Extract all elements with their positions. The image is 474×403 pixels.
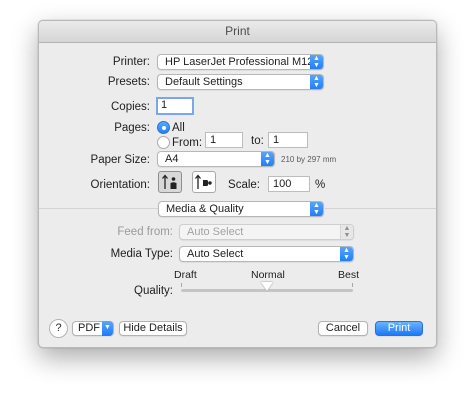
printer-value: HP LaserJet Professional M1212...	[165, 56, 324, 68]
section-popup-value: Media & Quality	[166, 203, 244, 215]
orientation-landscape-button[interactable]	[192, 171, 216, 193]
scale-label: Scale:	[228, 179, 260, 191]
pages-from-input[interactable]: 1	[205, 132, 243, 148]
pages-from-radio[interactable]	[157, 136, 170, 149]
presets-popup[interactable]: Default Settings ▲ ▼	[157, 74, 324, 90]
pdf-label: PDF	[78, 322, 100, 334]
print-dialog: Print Printer: HP LaserJet Professional …	[38, 20, 437, 348]
quality-draft-label: Draft	[174, 269, 197, 281]
copies-input[interactable]: 1	[156, 97, 194, 115]
pages-to-label: to:	[251, 135, 264, 147]
printer-label: Printer:	[112, 56, 150, 68]
quality-best-label: Best	[338, 269, 360, 281]
section-popup[interactable]: Media & Quality ▲ ▼	[158, 201, 324, 217]
paper-size-value: A4	[165, 153, 179, 165]
media-type-chevron-icon: ▲ ▼	[340, 247, 353, 261]
copies-label: Copies:	[111, 101, 150, 113]
quality-tick-draft	[181, 283, 182, 287]
print-button[interactable]: Print	[375, 321, 423, 336]
pages-all-label: All	[172, 122, 185, 134]
pdf-button[interactable]: PDF ▼	[72, 321, 114, 336]
quality-slider-knob[interactable]	[261, 282, 273, 291]
window-title: Print	[39, 21, 436, 43]
feed-from-value: Auto Select	[187, 226, 244, 238]
media-type-label: Media Type:	[110, 248, 173, 260]
media-type-popup[interactable]: Auto Select ▲ ▼	[179, 246, 354, 262]
quality-normal-label: Normal	[251, 269, 285, 281]
pages-label: Pages:	[114, 122, 150, 134]
orientation-portrait-button[interactable]	[158, 171, 182, 193]
feed-from-chevron-icon: ▲ ▼	[340, 225, 353, 239]
feed-from-popup: Auto Select ▲ ▼	[179, 224, 354, 240]
printer-popup[interactable]: HP LaserJet Professional M1212... ▲ ▼	[157, 54, 324, 70]
section-divider-right	[325, 208, 436, 209]
portrait-icon	[162, 174, 177, 189]
paper-dimensions: 210 by 297 mm	[281, 155, 337, 164]
orientation-label: Orientation:	[90, 179, 150, 191]
presets-label: Presets:	[107, 76, 150, 88]
pages-from-label: From:	[172, 137, 203, 149]
section-chevron-icon: ▲ ▼	[310, 202, 323, 216]
pages-all-radio[interactable]	[157, 121, 170, 134]
pages-to-input[interactable]: 1	[268, 132, 308, 148]
pdf-chevron-down-icon: ▼	[102, 321, 113, 336]
paper-size-chevron-icon: ▲ ▼	[261, 152, 274, 166]
scale-unit: %	[315, 179, 326, 191]
paper-size-label: Paper Size:	[90, 154, 150, 166]
cancel-button[interactable]: Cancel	[318, 321, 368, 336]
help-button[interactable]: ?	[49, 319, 68, 338]
printer-chevron-icon: ▲ ▼	[310, 55, 323, 69]
presets-chevron-icon: ▲ ▼	[310, 75, 323, 89]
presets-value: Default Settings	[165, 76, 243, 88]
paper-size-popup[interactable]: A4 ▲ ▼	[157, 151, 275, 167]
quality-tick-best	[352, 283, 353, 287]
quality-label: Quality:	[134, 285, 173, 297]
scale-input[interactable]: 100	[268, 176, 310, 192]
feed-from-label: Feed from:	[117, 226, 173, 238]
media-type-value: Auto Select	[187, 248, 244, 260]
section-divider-left	[39, 208, 159, 209]
hide-details-button[interactable]: Hide Details	[119, 321, 187, 336]
landscape-icon	[195, 174, 212, 189]
